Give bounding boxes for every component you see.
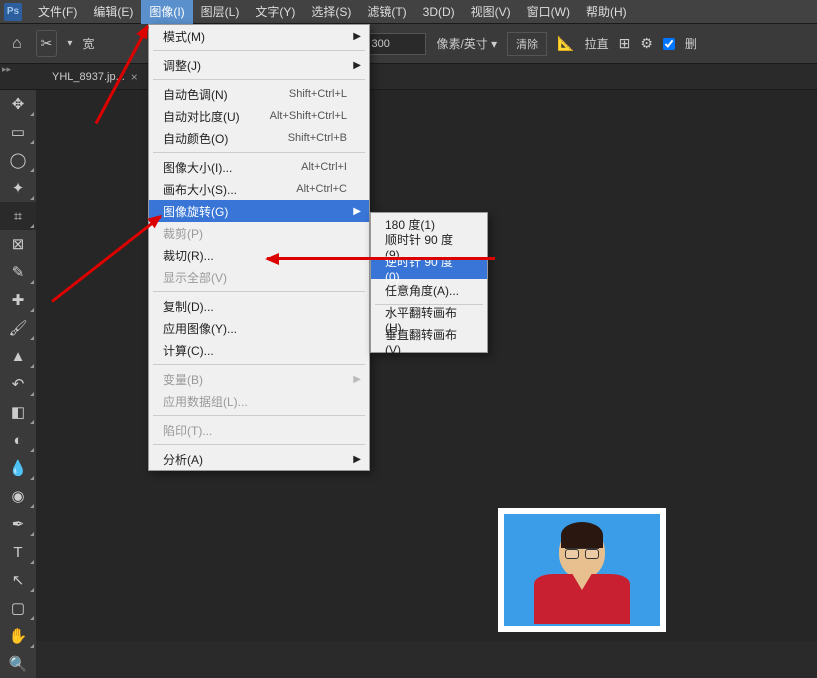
pen-tool[interactable]: ✒ (0, 510, 36, 538)
menu-item-analysis[interactable]: 分析(A)▶ (149, 448, 369, 470)
dodge-tool[interactable]: ◉ (0, 482, 36, 510)
resolution-input[interactable] (366, 33, 426, 55)
app-logo: Ps (4, 3, 22, 21)
menu-window[interactable]: 窗口(W) (519, 0, 578, 24)
chevron-down-icon[interactable]: ▾ (67, 38, 72, 49)
menu-item-mode[interactable]: 模式(M)▶ (149, 25, 369, 47)
menu-item-apply-image[interactable]: 应用图像(Y)... (149, 317, 369, 339)
menu-item-duplicate[interactable]: 复制(D)... (149, 295, 369, 317)
menu-3d[interactable]: 3D(D) (415, 1, 463, 23)
type-tool[interactable]: T (0, 538, 36, 566)
menu-item-trim[interactable]: 裁切(R)... (149, 244, 369, 266)
close-icon[interactable]: × (131, 70, 138, 84)
delete-label: 删 (685, 35, 697, 52)
menu-item-image-rotation[interactable]: 图像旋转(G)▶ (149, 200, 369, 222)
menu-view[interactable]: 视图(V) (463, 0, 519, 24)
menu-item-image-size[interactable]: 图像大小(I)...Alt+Ctrl+I (149, 156, 369, 178)
menu-item-variables: 变量(B)▶ (149, 368, 369, 390)
straighten-label: 拉直 (585, 35, 609, 52)
document-tab[interactable]: YHL_8937.jp... × (44, 66, 146, 88)
menu-item-rotate-ccw-90[interactable]: 逆时针 90 度(0) (371, 257, 487, 279)
menu-item-canvas-size[interactable]: 画布大小(S)...Alt+Ctrl+C (149, 178, 369, 200)
menu-item-apply-dataset: 应用数据组(L)... (149, 390, 369, 412)
healing-tool[interactable]: ✚ (0, 286, 36, 314)
eyedropper-tool[interactable]: ✎ (0, 258, 36, 286)
menu-item-auto-color[interactable]: 自动颜色(O)Shift+Ctrl+B (149, 127, 369, 149)
crop-tool-icon[interactable]: ✂ (36, 30, 58, 57)
menu-help[interactable]: 帮助(H) (578, 0, 635, 24)
annotation-arrow (267, 257, 495, 260)
menu-edit[interactable]: 编辑(E) (85, 0, 141, 24)
delete-checkbox[interactable] (663, 38, 675, 50)
gear-icon[interactable]: ⚙ (640, 35, 653, 52)
menu-bar: Ps 文件(F) 编辑(E) 图像(I) 图层(L) 文字(Y) 选择(S) 滤… (0, 0, 817, 24)
clear-button[interactable]: 清除 (507, 32, 547, 56)
straighten-icon[interactable]: 📐 (557, 35, 574, 52)
blur-tool[interactable]: 💧 (0, 454, 36, 482)
menu-item-trap: 陷印(T)... (149, 419, 369, 441)
image-menu-dropdown: 模式(M)▶ 调整(J)▶ 自动色调(N)Shift+Ctrl+L 自动对比度(… (148, 24, 370, 471)
menu-select[interactable]: 选择(S) (303, 0, 359, 24)
menu-item-reveal-all: 显示全部(V) (149, 266, 369, 288)
width-label: 宽 (82, 35, 94, 52)
history-brush-tool[interactable]: ↶ (0, 370, 36, 398)
menu-filter[interactable]: 滤镜(T) (359, 0, 414, 24)
toolbox: ✥ ▭ ◯ ✦ ⌗ ⊠ ✎ ✚ 🖌 ▲ ↶ ◧ ◐ 💧 ◉ ✒ T ↖ ▢ ✋ … (0, 90, 36, 678)
marquee-tool[interactable]: ▭ (0, 118, 36, 146)
shape-tool[interactable]: ▢ (0, 594, 36, 622)
menu-item-auto-contrast[interactable]: 自动对比度(U)Alt+Shift+Ctrl+L (149, 105, 369, 127)
zoom-tool[interactable]: 🔍 (0, 650, 36, 678)
menu-file[interactable]: 文件(F) (30, 0, 85, 24)
menu-item-calculations[interactable]: 计算(C)... (149, 339, 369, 361)
panel-handle-icon[interactable]: ▸▸ (0, 64, 14, 78)
move-tool[interactable]: ✥ (0, 90, 36, 118)
menu-item-auto-tone[interactable]: 自动色调(N)Shift+Ctrl+L (149, 83, 369, 105)
gradient-tool[interactable]: ◐ (0, 426, 36, 454)
path-tool[interactable]: ↖ (0, 566, 36, 594)
crop-tool[interactable]: ⌗ (0, 202, 36, 230)
wand-tool[interactable]: ✦ (0, 174, 36, 202)
menu-layer[interactable]: 图层(L) (193, 0, 248, 24)
grid-icon[interactable]: ⊞ (619, 35, 631, 52)
options-bar: ⌂ ✂ ▾ 宽 米 像素/英寸 ▾ 清除 📐 拉直 ⊞ ⚙ 删 (0, 24, 817, 64)
hand-tool[interactable]: ✋ (0, 622, 36, 650)
eraser-tool[interactable]: ◧ (0, 398, 36, 426)
menu-item-flip-vertical[interactable]: 垂直翻转画布(V) (371, 330, 487, 352)
tab-title: YHL_8937.jp... (52, 71, 125, 83)
menu-item-crop: 裁剪(P) (149, 222, 369, 244)
lasso-tool[interactable]: ◯ (0, 146, 36, 174)
menu-type[interactable]: 文字(Y) (247, 0, 303, 24)
menu-item-adjustments[interactable]: 调整(J)▶ (149, 54, 369, 76)
document-image[interactable] (498, 508, 666, 632)
brush-tool[interactable]: 🖌 (0, 314, 36, 342)
menu-item-rotate-arbitrary[interactable]: 任意角度(A)... (371, 279, 487, 301)
image-rotation-submenu: 180 度(1) 顺时针 90 度(9) 逆时针 90 度(0) 任意角度(A)… (370, 212, 488, 353)
stamp-tool[interactable]: ▲ (0, 342, 36, 370)
unit-dropdown[interactable]: 像素/英寸 ▾ (436, 35, 497, 52)
home-icon[interactable]: ⌂ (8, 31, 26, 57)
frame-tool[interactable]: ⊠ (0, 230, 36, 258)
menu-image[interactable]: 图像(I) (141, 0, 192, 24)
